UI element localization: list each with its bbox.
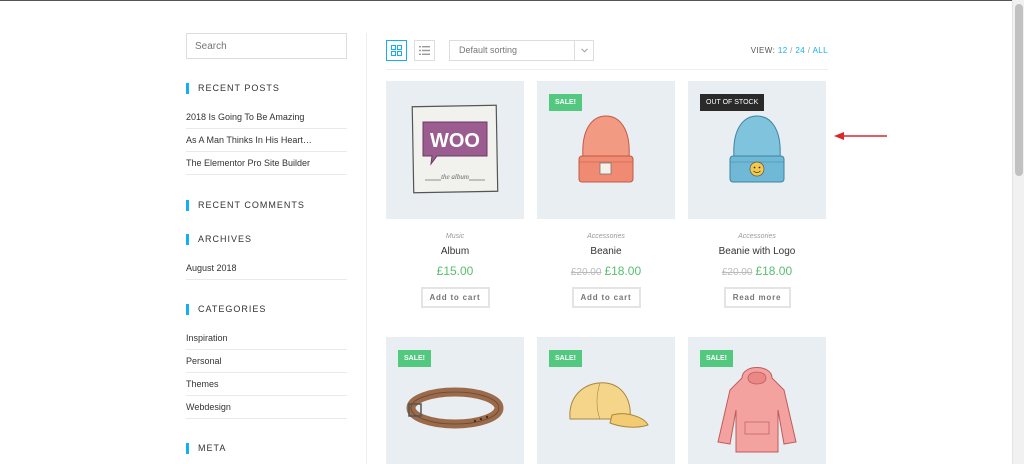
view-separator: /: [790, 46, 793, 55]
sale-badge: SALE!: [700, 350, 733, 367]
sorting-select[interactable]: Default sorting: [449, 40, 594, 61]
sidebar: RECENT POSTS 2018 Is Going To Be Amazing…: [186, 33, 347, 454]
shop-toolbar: Default sorting VIEW: 12 / 24 / ALL: [386, 40, 828, 70]
product-card: SALE!: [537, 337, 675, 464]
current-price: £18.00: [755, 264, 793, 278]
product-category[interactable]: Accessories: [688, 233, 826, 240]
cap-image: [569, 382, 649, 428]
recent-post-link[interactable]: As A Man Thinks In His Heart…: [186, 129, 347, 152]
old-price: £20.00: [721, 267, 753, 278]
search-input[interactable]: [186, 33, 347, 59]
product-image[interactable]: OUT OF STOCK: [688, 81, 826, 219]
top-border: [0, 0, 1012, 1]
belt-image: [406, 387, 504, 429]
sale-badge: SALE!: [549, 94, 582, 111]
sale-badge: SALE!: [398, 350, 431, 367]
widget-categories: CATEGORIES Inspiration Personal Themes W…: [186, 304, 347, 419]
view-option-12[interactable]: 12: [778, 46, 788, 55]
view-label: VIEW:: [750, 46, 776, 55]
sorting-select-value: Default sorting: [459, 45, 518, 55]
list-view-icon: [419, 46, 430, 55]
view-separator: /: [807, 46, 811, 55]
product-category[interactable]: Accessories: [537, 233, 675, 240]
widget-title-recent-comments: RECENT COMMENTS: [186, 200, 347, 211]
product-category[interactable]: Music: [386, 233, 524, 240]
content-divider: [366, 33, 367, 464]
product-image[interactable]: SALE!: [386, 337, 524, 464]
add-to-cart-button[interactable]: Add to cart: [571, 287, 641, 308]
current-price: £18.00: [604, 264, 642, 278]
product-price: £15.00: [386, 264, 524, 278]
page-scrollbar[interactable]: [1012, 0, 1024, 464]
product-card: WOO the album Music Album £15.00 Add to …: [386, 81, 524, 308]
hoodie-image: [717, 367, 797, 453]
album-cover-image: WOO the album: [411, 104, 499, 194]
album-subtext: the album: [441, 173, 469, 181]
beanie-image: [578, 115, 634, 183]
current-price: £15.00: [436, 264, 474, 278]
category-link[interactable]: Personal: [186, 350, 347, 373]
product-image[interactable]: SALE!: [688, 337, 826, 464]
grid-view-icon: [391, 45, 402, 56]
widget-title-meta: META: [186, 443, 347, 454]
product-image[interactable]: WOO the album: [386, 81, 524, 219]
album-logo-text: WOO: [430, 130, 480, 152]
widget-archives: ARCHIVES August 2018: [186, 234, 347, 280]
widget-title-recent-posts: RECENT POSTS: [186, 83, 347, 94]
widget-meta: META: [186, 443, 347, 454]
product-title[interactable]: Album: [386, 246, 524, 257]
product-title[interactable]: Beanie with Logo: [688, 246, 826, 257]
scrollbar-thumb[interactable]: [1015, 4, 1023, 176]
product-image[interactable]: SALE!: [537, 81, 675, 219]
category-link[interactable]: Inspiration: [186, 327, 347, 350]
add-to-cart-button[interactable]: Add to cart: [420, 287, 490, 308]
view-option-all[interactable]: ALL: [813, 46, 828, 55]
recent-post-link[interactable]: 2018 Is Going To Be Amazing: [186, 106, 347, 129]
widget-title-categories: CATEGORIES: [186, 304, 347, 315]
grid-view-button[interactable]: [386, 40, 407, 61]
widget-title-archives: ARCHIVES: [186, 234, 347, 245]
product-title[interactable]: Beanie: [537, 246, 675, 257]
read-more-button[interactable]: Read more: [723, 287, 791, 308]
product-price: £20.00 £18.00: [688, 264, 826, 278]
product-image[interactable]: SALE!: [537, 337, 675, 464]
chevron-down-icon: [574, 41, 593, 60]
widget-recent-posts: RECENT POSTS 2018 Is Going To Be Amazing…: [186, 83, 347, 175]
category-link[interactable]: Webdesign: [186, 396, 347, 419]
product-card: SALE! Accessories Beanie £20.00 £18.00 Ad…: [537, 81, 675, 308]
product-card: SALE!: [386, 337, 524, 464]
list-view-button[interactable]: [414, 40, 435, 61]
sale-badge: SALE!: [549, 350, 582, 367]
product-card: OUT OF STOCK Accessories Beanie with Log…: [688, 81, 826, 308]
widget-recent-comments: RECENT COMMENTS: [186, 200, 347, 211]
product-card: SALE!: [688, 337, 826, 464]
category-link[interactable]: Themes: [186, 373, 347, 396]
archive-link[interactable]: August 2018: [186, 257, 347, 280]
out-of-stock-badge: OUT OF STOCK: [700, 94, 765, 111]
recent-post-link[interactable]: The Elementor Pro Site Builder: [186, 152, 347, 175]
arrow-left-icon: [834, 132, 887, 140]
beanie-with-logo-image: [729, 115, 785, 183]
view-option-24[interactable]: 24: [795, 46, 805, 55]
old-price: £20.00: [570, 267, 602, 278]
product-price: £20.00 £18.00: [537, 264, 675, 278]
products-per-page: VIEW: 12 / 24 / ALL: [751, 46, 828, 55]
